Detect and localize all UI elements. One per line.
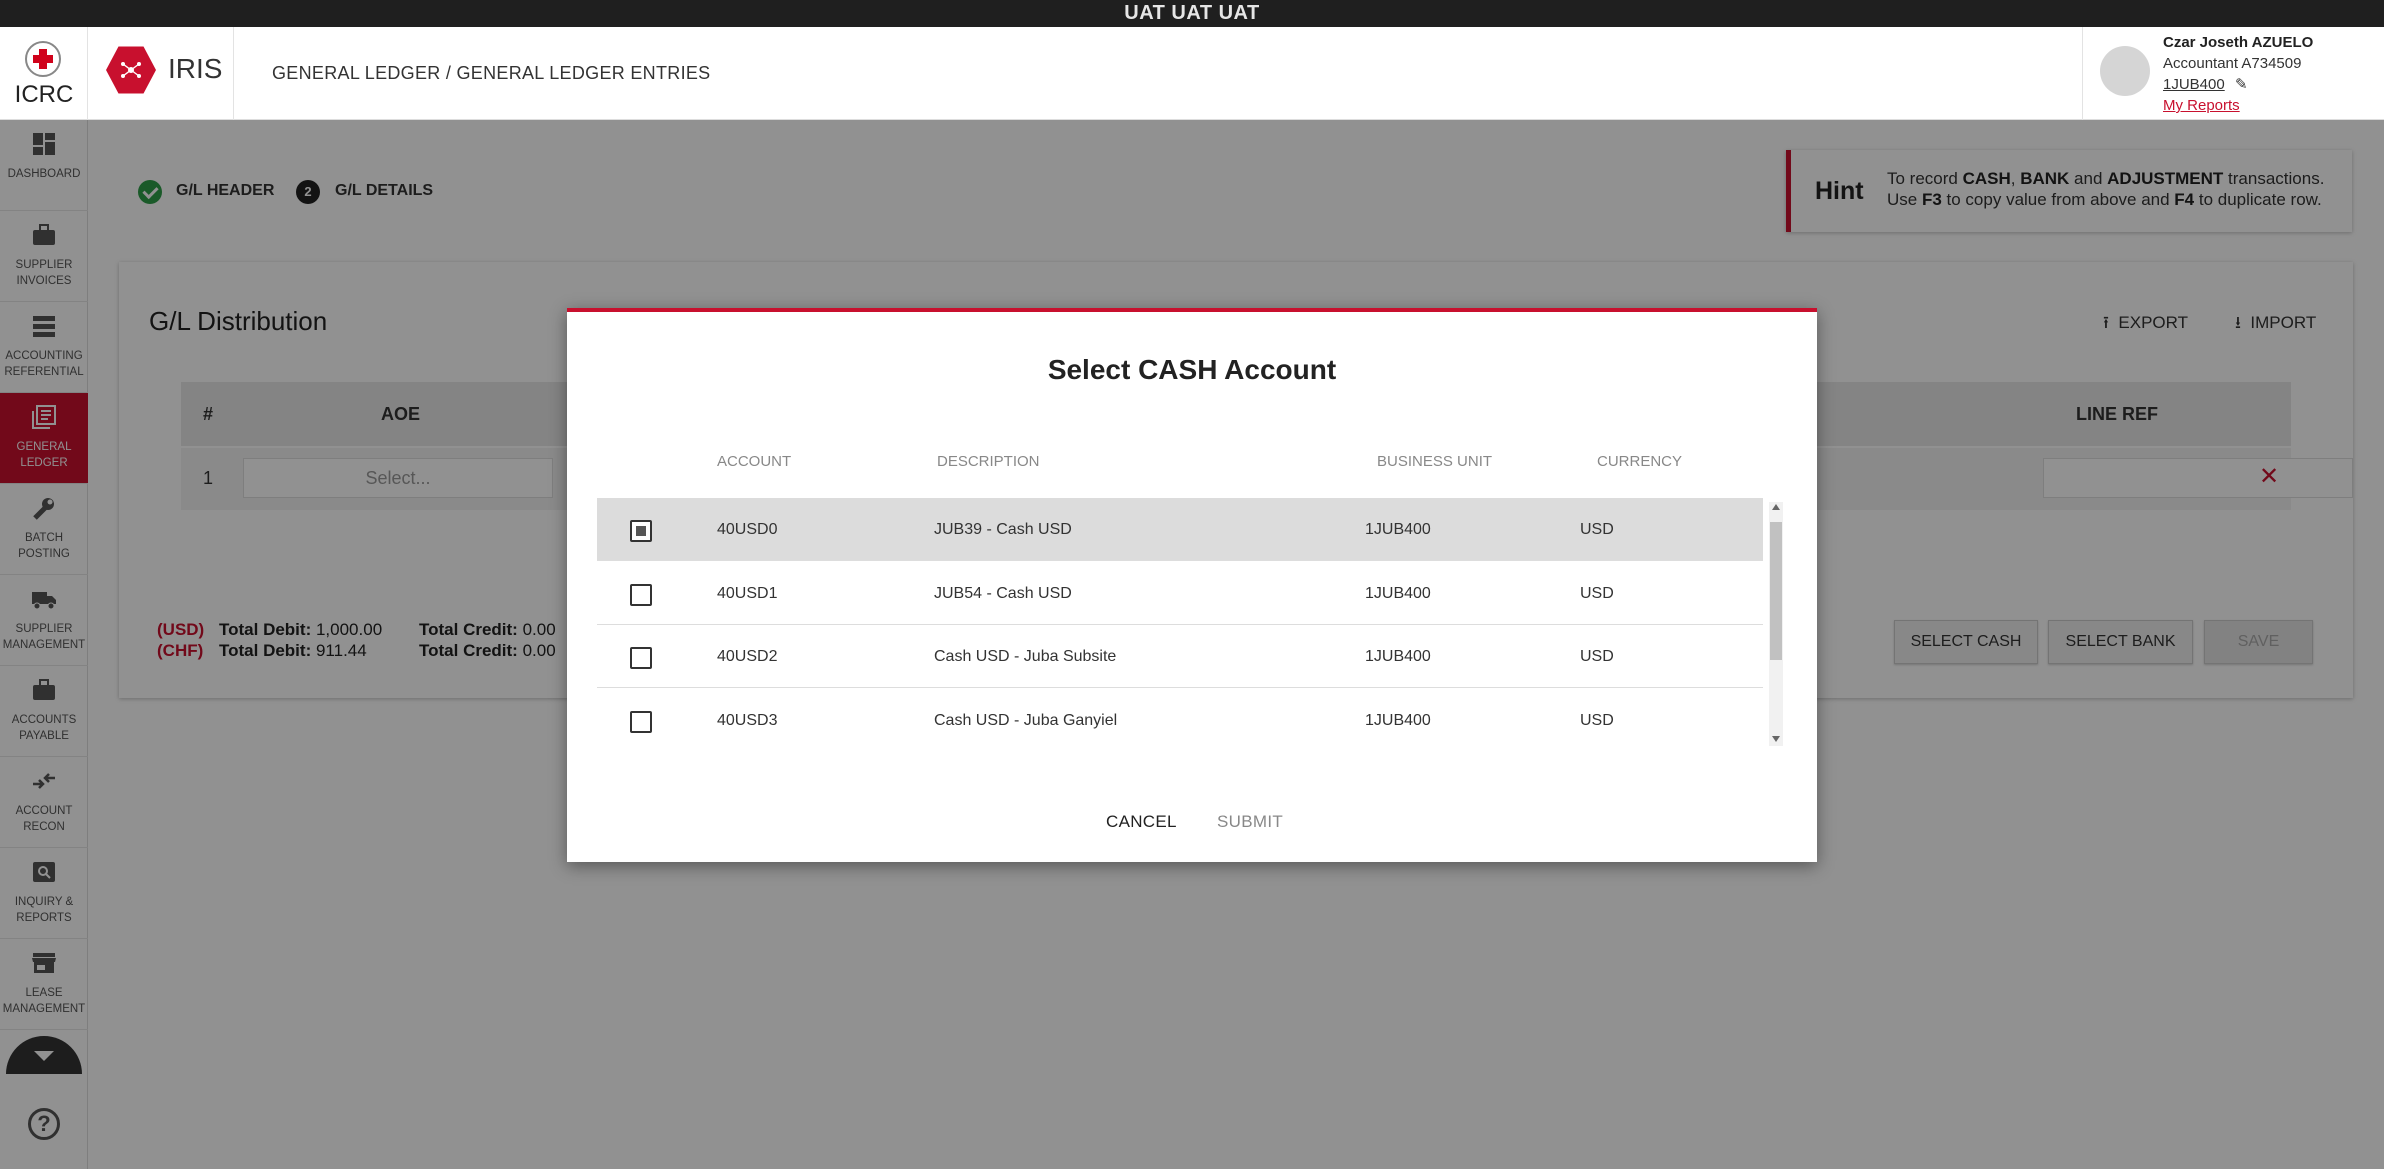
row-checkbox[interactable] [630,647,652,669]
table-row[interactable]: 40USD1 JUB54 - Cash USD 1JUB400 USD [597,562,1763,625]
business-unit-cell: 1JUB400 [1365,521,1431,538]
business-unit-cell: 1JUB400 [1365,648,1431,665]
currency-cell: USD [1580,648,1614,665]
account-cell: 40USD2 [717,648,778,665]
description-cell: JUB54 - Cash USD [934,585,1072,602]
account-cell: 40USD1 [717,585,778,602]
my-reports-link[interactable]: My Reports [2163,97,2240,114]
account-cell: 40USD3 [717,712,778,729]
scroll-up-arrow-icon[interactable] [1772,504,1780,510]
row-checkbox[interactable] [630,711,652,733]
description-cell: JUB39 - Cash USD [934,521,1072,538]
submit-button[interactable]: SUBMIT [1217,812,1283,832]
iris-hexagon-icon [106,46,156,94]
business-unit-cell: 1JUB400 [1365,712,1431,729]
table-row[interactable]: 40USD3 Cash USD - Juba Ganyiel 1JUB400 U… [597,689,1763,746]
scrollbar[interactable] [1769,502,1783,746]
red-cross-logo-icon [25,41,61,77]
environment-banner: UAT UAT UAT [0,0,2384,27]
icrc-logo-block[interactable]: ICRC [0,27,88,120]
scrollbar-thumb[interactable] [1770,522,1782,660]
app-name: IRIS [168,53,223,84]
column-header-business-unit: BUSINESS UNIT [1377,453,1493,470]
breadcrumb: GENERAL LEDGER / GENERAL LEDGER ENTRIES [272,63,711,83]
iris-logo-block[interactable]: IRIS [88,27,234,120]
business-unit-link[interactable]: 1JUB400 [2163,76,2225,93]
currency-cell: USD [1580,521,1614,538]
user-name: Czar Joseth AZUELO [2163,34,2314,51]
column-header-currency: CURRENCY [1597,453,1683,470]
scroll-down-arrow-icon[interactable] [1772,736,1780,742]
table-row[interactable]: 40USD0 JUB39 - Cash USD 1JUB400 USD [597,498,1763,561]
column-header-account: ACCOUNT [717,453,792,470]
org-name: ICRC [14,81,74,108]
app-header: ICRC IRIS GENERAL LEDGER / GENERAL LEDGE… [0,27,2384,120]
row-checkbox[interactable] [630,584,652,606]
description-cell: Cash USD - Juba Subsite [934,648,1117,665]
dialog-title: Select CASH Account [1047,354,1337,385]
table-row[interactable]: 40USD2 Cash USD - Juba Subsite 1JUB400 U… [597,625,1763,688]
account-cell: 40USD0 [717,521,778,538]
column-header-description: DESCRIPTION [937,453,1040,470]
currency-cell: USD [1580,585,1614,602]
user-role: Accountant A734509 [2163,55,2302,72]
avatar[interactable] [2100,46,2150,96]
account-list: 40USD0 JUB39 - Cash USD 1JUB400 USD 40US… [597,498,1779,746]
pencil-icon[interactable]: ✎ [2235,75,2248,93]
business-unit-cell: 1JUB400 [1365,585,1431,602]
currency-cell: USD [1580,712,1614,729]
user-panel: Czar Joseth AZUELO Accountant A734509 1J… [2082,27,2384,120]
description-cell: Cash USD - Juba Ganyiel [934,712,1118,729]
cancel-button[interactable]: CANCEL [1106,812,1177,832]
select-cash-account-dialog: Select CASH Account ACCOUNT DESCRIPTION … [567,308,1817,862]
row-checkbox[interactable] [630,520,652,542]
